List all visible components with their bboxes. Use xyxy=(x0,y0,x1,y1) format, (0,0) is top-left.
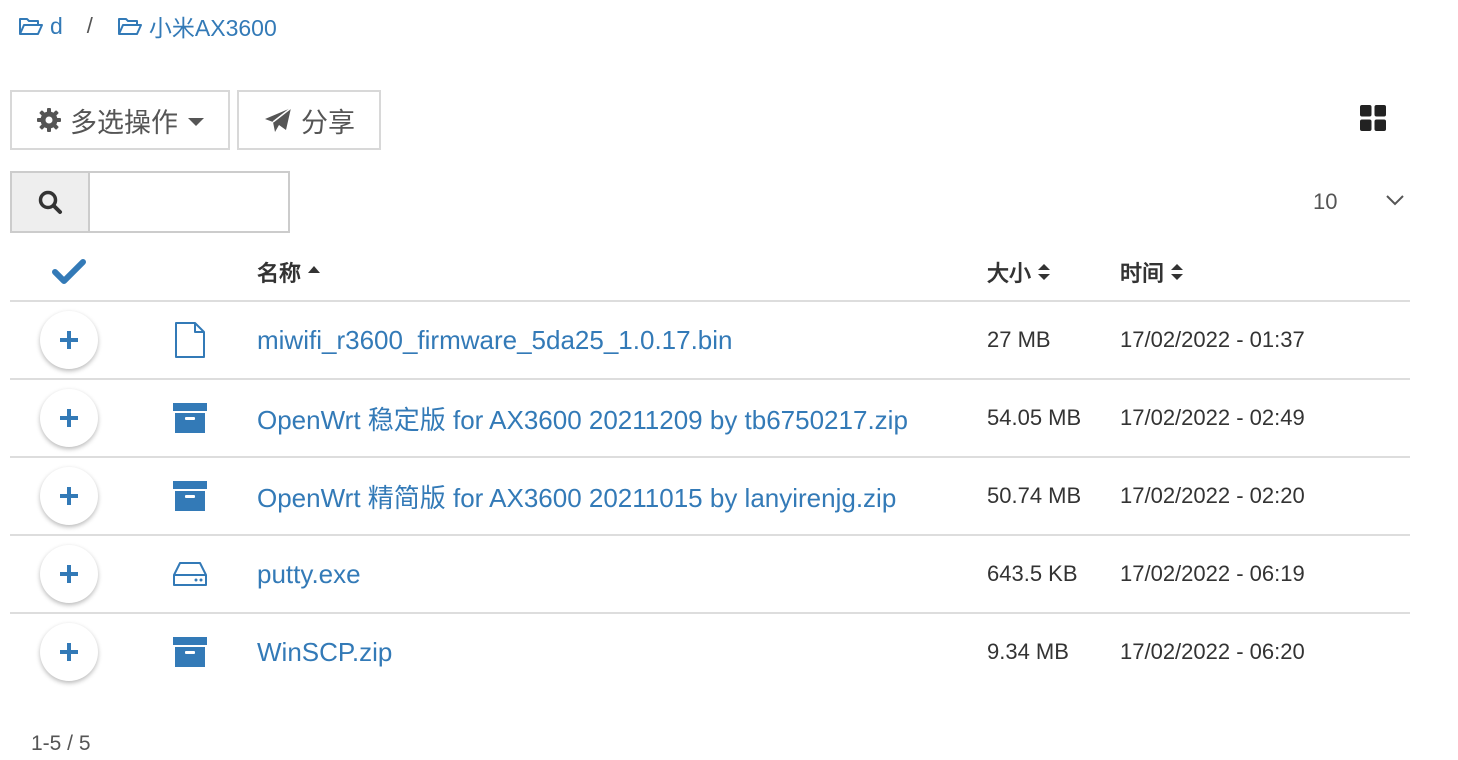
archive-icon xyxy=(170,614,210,690)
table-row: putty.exe 643.5 KB 17/02/2022 - 06:19 xyxy=(10,536,1410,614)
file-name-link[interactable]: putty.exe xyxy=(257,536,361,612)
page-size-value: 10 xyxy=(1313,189,1338,214)
breadcrumb-label: d xyxy=(50,12,63,39)
breadcrumb: d / 小米AX3600 xyxy=(18,10,277,42)
breadcrumb-item-ax3600[interactable]: 小米AX3600 xyxy=(117,9,277,43)
file-time: 17/02/2022 - 06:19 xyxy=(1120,561,1305,586)
file-size: 27 MB xyxy=(987,327,1051,352)
search-input[interactable] xyxy=(88,171,290,233)
column-header-time-label: 时间 xyxy=(1120,261,1165,286)
search-icon xyxy=(38,190,62,214)
share-label: 分享 xyxy=(301,107,355,138)
search-button[interactable] xyxy=(10,171,88,233)
select-row-button[interactable] xyxy=(40,545,98,603)
file-time: 17/02/2022 - 06:20 xyxy=(1120,639,1305,664)
folder-open-icon xyxy=(117,18,142,35)
plus-icon xyxy=(60,487,78,505)
file-name-link[interactable]: WinSCP.zip xyxy=(257,614,392,690)
table-row: OpenWrt 稳定版 for AX3600 20211209 by tb675… xyxy=(10,380,1410,458)
plus-icon xyxy=(60,565,78,583)
drive-icon xyxy=(170,536,210,612)
sort-asc-icon xyxy=(308,266,321,273)
archive-icon xyxy=(170,380,210,456)
caret-down-icon xyxy=(188,118,204,126)
file-name-link[interactable]: OpenWrt 精简版 for AX3600 20211015 by lanyi… xyxy=(257,458,896,534)
column-header-name[interactable]: 名称 xyxy=(257,244,321,300)
table-header: 名称 大小 时间 xyxy=(10,244,1410,302)
column-header-size[interactable]: 大小 xyxy=(987,244,1051,300)
file-size: 54.05 MB xyxy=(987,405,1082,430)
select-row-button[interactable] xyxy=(40,467,98,525)
grid-view-icon[interactable] xyxy=(1359,104,1387,132)
pagination-info: 1-5 / 5 xyxy=(31,732,91,755)
select-all-checkbox[interactable] xyxy=(52,244,86,300)
plus-icon xyxy=(60,331,78,349)
column-header-name-label: 名称 xyxy=(257,261,302,286)
table-row: WinSCP.zip 9.34 MB 17/02/2022 - 06:20 xyxy=(10,614,1410,690)
table-row: OpenWrt 精简版 for AX3600 20211015 by lanyi… xyxy=(10,458,1410,536)
multi-select-dropdown-button[interactable]: 多选操作 xyxy=(10,90,230,150)
share-button[interactable]: 分享 xyxy=(237,90,381,150)
file-icon xyxy=(170,302,210,378)
table-row: miwifi_r3600_firmware_5da25_1.0.17.bin 2… xyxy=(10,302,1410,380)
select-row-button[interactable] xyxy=(40,623,98,681)
select-row-button[interactable] xyxy=(40,389,98,447)
select-row-button[interactable] xyxy=(40,311,98,369)
file-time: 17/02/2022 - 02:20 xyxy=(1120,483,1305,508)
breadcrumb-item-d[interactable]: d xyxy=(18,13,63,40)
file-time: 17/02/2022 - 02:49 xyxy=(1120,405,1305,430)
breadcrumb-separator: / xyxy=(86,13,93,38)
plus-icon xyxy=(60,643,78,661)
file-size: 50.74 MB xyxy=(987,483,1082,508)
archive-icon xyxy=(170,458,210,534)
column-header-size-label: 大小 xyxy=(987,261,1032,286)
folder-open-icon xyxy=(19,18,43,35)
multi-select-label: 多选操作 xyxy=(70,107,178,138)
page-size-select[interactable]: 10 xyxy=(1300,180,1410,224)
file-size: 9.34 MB xyxy=(987,639,1069,664)
paper-plane-icon xyxy=(265,107,292,132)
check-icon xyxy=(52,259,86,284)
file-time: 17/02/2022 - 01:37 xyxy=(1120,327,1305,352)
file-name-link[interactable]: miwifi_r3600_firmware_5da25_1.0.17.bin xyxy=(257,302,733,378)
breadcrumb-label: 小米AX3600 xyxy=(148,15,277,41)
chevron-down-icon xyxy=(1386,195,1404,206)
gear-icon xyxy=(37,108,61,132)
column-header-time[interactable]: 时间 xyxy=(1120,244,1184,300)
file-size: 643.5 KB xyxy=(987,561,1078,586)
sort-icon xyxy=(1171,264,1184,280)
file-name-link[interactable]: OpenWrt 稳定版 for AX3600 20211209 by tb675… xyxy=(257,380,908,456)
plus-icon xyxy=(60,409,78,427)
sort-icon xyxy=(1038,264,1051,280)
file-table: 名称 大小 时间 miwifi_r3600_firmware_5da25_1.0… xyxy=(10,244,1410,690)
